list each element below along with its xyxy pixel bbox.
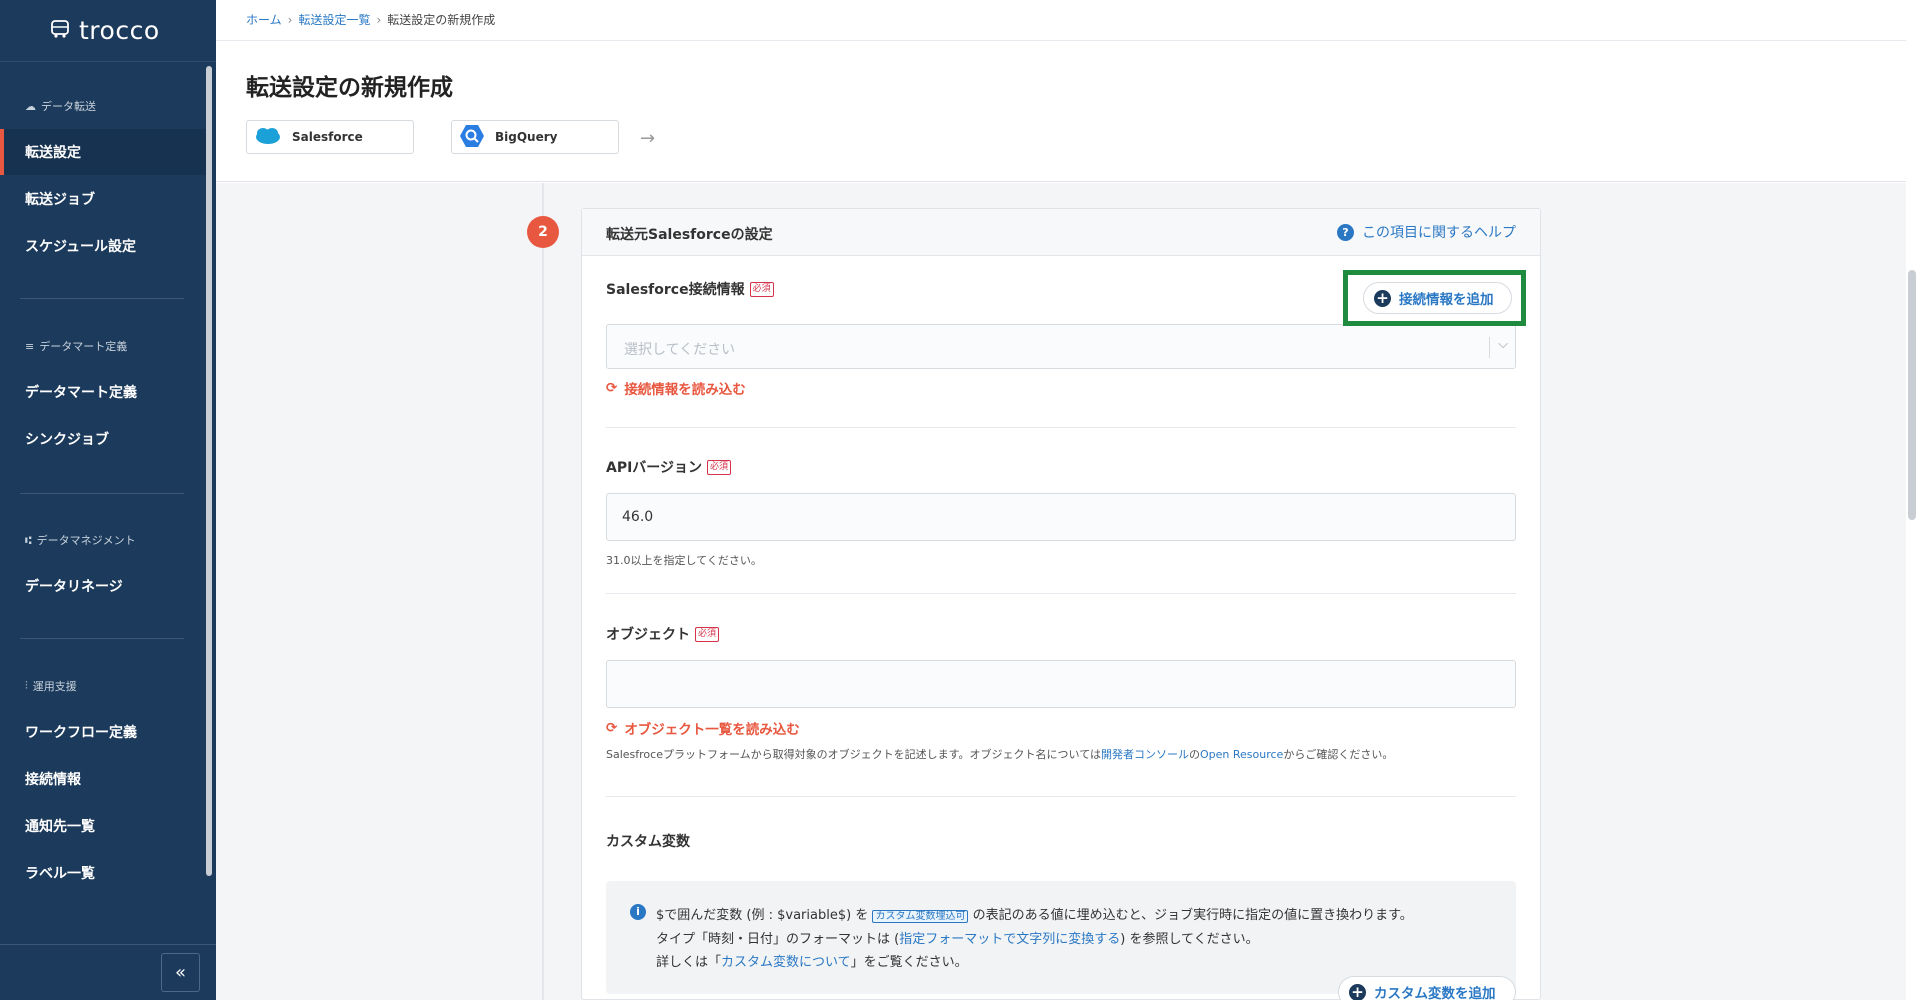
- sidebar-item-datamart-defs[interactable]: データマート定義: [0, 369, 206, 415]
- open-resource-link[interactable]: Open Resource: [1200, 748, 1283, 761]
- custom-vars-doc-link[interactable]: カスタム変数について: [721, 955, 851, 970]
- section-datamart: ≡ データマート定義: [25, 339, 128, 354]
- page-title: 転送設定の新規作成: [246, 75, 453, 101]
- api-version-hint: 31.0以上を指定してください。: [606, 554, 762, 567]
- breadcrumb-home[interactable]: ホーム: [246, 11, 282, 28]
- required-badge: 必須: [749, 281, 774, 297]
- custom-vars-label: カスタム変数: [606, 834, 690, 850]
- collapse-sidebar-button[interactable]: «: [161, 953, 200, 992]
- object-hint: Salesfroceプラットフォームから取得対象のオブジェクトを記述します。オブ…: [606, 748, 1394, 761]
- refresh-icon: ⟳: [606, 720, 618, 736]
- cloud-icon: ☁: [25, 99, 36, 113]
- list-icon: ≡: [25, 339, 35, 353]
- divider: [20, 493, 184, 494]
- step-rail: [542, 183, 544, 1000]
- info-line-1: $で囲んだ変数 (例 : $variable$) を カスタム変数埋込可 の表記…: [656, 908, 1413, 923]
- source-connector-badge: Salesforce: [246, 120, 414, 154]
- main-content: 2 転送元Salesforceの設定 ? この項目に関するヘルプ Salesfo…: [216, 183, 1906, 1000]
- breadcrumb: ホーム › 転送設定一覧 › 転送設定の新規作成: [246, 11, 495, 28]
- plus-circle-icon: +: [1374, 289, 1391, 307]
- source-name: Salesforce: [292, 130, 363, 144]
- add-connection-highlight: + 接続情報を追加: [1343, 270, 1526, 326]
- divider: [216, 40, 1906, 41]
- sidebar-item-workflow[interactable]: ワークフロー定義: [0, 709, 206, 755]
- sidebar-item-labels[interactable]: ラベル一覧: [0, 850, 206, 896]
- required-badge: 必須: [707, 459, 732, 475]
- breadcrumb-current: 転送設定の新規作成: [387, 13, 496, 27]
- sidebar-item-sync-jobs[interactable]: シンクジョブ: [0, 416, 206, 462]
- lineage-icon: ⑆: [25, 533, 32, 547]
- page-header: ホーム › 転送設定一覧 › 転送設定の新規作成 転送設定の新規作成 Sales…: [216, 0, 1906, 182]
- object-input[interactable]: [606, 660, 1516, 708]
- sidebar-item-data-lineage[interactable]: データリネージ: [0, 563, 206, 609]
- section-operations: ⫶ 運用支援: [25, 679, 77, 693]
- salesforce-icon: [254, 126, 282, 149]
- arrow-right-icon: →: [640, 128, 656, 149]
- required-badge: 必須: [695, 626, 720, 642]
- chevron-right-icon: ›: [287, 12, 293, 27]
- destination-connector-badge: BigQuery: [451, 120, 619, 154]
- section-data-management: ⑆ データマネジメント: [25, 533, 136, 548]
- divider: [606, 593, 1516, 594]
- sidebar-item-schedule[interactable]: スケジュール設定: [0, 223, 206, 269]
- page-scrollbar[interactable]: [1908, 270, 1916, 520]
- add-connection-button[interactable]: + 接続情報を追加: [1363, 282, 1512, 314]
- info-line-2: タイプ「時刻・日付」のフォーマットは (指定フォーマットで文字列に変換する) を…: [656, 932, 1259, 947]
- custom-var-tag: カスタム変数埋込可: [872, 910, 969, 923]
- card-title: 転送元Salesforceの設定: [606, 227, 773, 243]
- bus-icon: [49, 18, 71, 44]
- app-name: trocco: [79, 16, 160, 45]
- plus-circle-icon: +: [1349, 983, 1366, 1000]
- add-custom-var-button[interactable]: + カスタム変数を追加: [1338, 976, 1516, 1000]
- divider: [0, 944, 216, 945]
- connection-label: Salesforce接続情報 必須: [606, 279, 774, 299]
- info-icon: i: [630, 904, 646, 920]
- format-doc-link[interactable]: 指定フォーマットで文字列に変換する: [899, 932, 1120, 947]
- source-settings-card: 転送元Salesforceの設定 ? この項目に関するヘルプ Salesforc…: [581, 208, 1541, 1000]
- api-version-label: APIバージョン 必須: [606, 457, 732, 477]
- chevron-right-icon: ›: [376, 12, 382, 27]
- divider: [20, 638, 184, 639]
- api-version-input[interactable]: 46.0: [606, 493, 1516, 541]
- sidebar-scrollbar[interactable]: [206, 66, 212, 876]
- refresh-icon: ⟳: [606, 380, 618, 396]
- object-label: オブジェクト 必須: [606, 624, 720, 644]
- sidebar-item-transfer-settings[interactable]: 転送設定: [0, 129, 206, 175]
- card-header: 転送元Salesforceの設定 ? この項目に関するヘルプ: [582, 209, 1540, 256]
- reload-objects-link[interactable]: ⟳ オブジェクト一覧を読み込む: [606, 718, 800, 738]
- reload-connections-link[interactable]: ⟳ 接続情報を読み込む: [606, 378, 746, 398]
- divider: [20, 298, 184, 299]
- sidebar-item-connections[interactable]: 接続情報: [0, 756, 206, 802]
- section-data-transfer: ☁ データ転送: [25, 99, 96, 114]
- sidebar-item-notifications[interactable]: 通知先一覧: [0, 803, 206, 849]
- destination-name: BigQuery: [495, 130, 558, 144]
- double-chevron-left-icon: «: [174, 962, 186, 983]
- connection-select[interactable]: 選択してください ⌵: [606, 324, 1516, 369]
- sidebar-item-transfer-jobs[interactable]: 転送ジョブ: [0, 176, 206, 222]
- info-line-3: 詳しくは「カスタム変数について」をご覧ください。: [656, 955, 968, 970]
- step-number-badge: 2: [527, 216, 559, 248]
- divider: [606, 796, 1516, 797]
- question-icon: ?: [1337, 223, 1354, 241]
- bigquery-icon: [459, 123, 485, 152]
- app-logo[interactable]: trocco: [0, 0, 216, 62]
- sliders-icon: ⫶: [25, 679, 28, 692]
- breadcrumb-list[interactable]: 転送設定一覧: [298, 11, 370, 28]
- divider: [606, 427, 1516, 428]
- sidebar: trocco ☁ データ転送 転送設定 転送ジョブ スケジュール設定 ≡ データ…: [0, 0, 216, 1000]
- help-link[interactable]: ? この項目に関するヘルプ: [1337, 222, 1516, 242]
- chevron-down-icon: ⌵: [1498, 337, 1508, 352]
- developer-console-link[interactable]: 開発者コンソール: [1101, 748, 1189, 761]
